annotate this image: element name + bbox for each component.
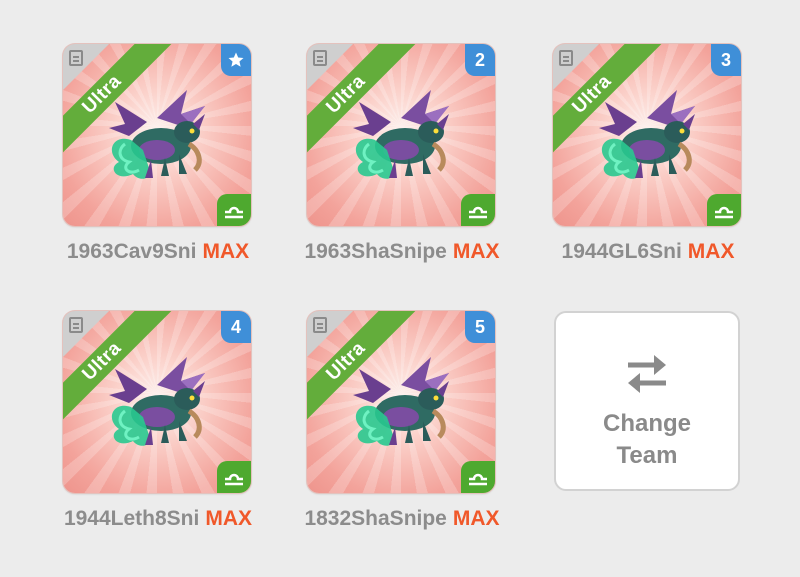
monster-label: 1963ShaSnipe MAX: [297, 240, 507, 264]
change-team-button[interactable]: Change Team: [554, 311, 740, 491]
slot-number-badge: 5: [465, 311, 495, 343]
monster-card[interactable]: Ultra 3: [553, 44, 741, 226]
swap-arrows-icon: [556, 351, 738, 400]
monster-name: 1944GL6Sni: [561, 240, 682, 263]
document-icon[interactable]: [313, 317, 327, 333]
slot-number-badge: 3: [711, 44, 741, 76]
libra-element-icon: [217, 461, 251, 493]
team-slot[interactable]: Ultra 3 1944GL6Sni MAX: [553, 44, 743, 264]
monster-card[interactable]: Ultra 4: [63, 311, 251, 493]
monster-name: 1832ShaSnipe: [304, 507, 447, 530]
team-slot[interactable]: Ultra 4 1944Leth8Sni MAX: [63, 311, 253, 531]
monster-name: 1963ShaSnipe: [304, 240, 447, 263]
dragon-monster-image: [339, 84, 469, 194]
max-level-badge: MAX: [687, 240, 735, 263]
monster-label: 1944GL6Sni MAX: [543, 240, 753, 264]
dragon-monster-image: [585, 84, 715, 194]
monster-label: 1963Cav9Sni MAX: [53, 240, 263, 264]
document-icon[interactable]: [69, 317, 83, 333]
monster-card[interactable]: Ultra: [63, 44, 251, 226]
max-level-badge: MAX: [205, 507, 253, 530]
star-icon: [221, 44, 251, 76]
slot-number-badge: 2: [465, 44, 495, 76]
document-icon[interactable]: [559, 50, 573, 66]
libra-element-icon: [217, 194, 251, 226]
monster-card[interactable]: Ultra 5: [307, 311, 495, 493]
libra-element-icon: [461, 194, 495, 226]
max-level-badge: MAX: [202, 240, 250, 263]
team-slot[interactable]: Ultra 1963Cav9Sni MAX: [63, 44, 253, 264]
slot-number-badge: 4: [221, 311, 251, 343]
dragon-monster-image: [339, 351, 469, 461]
libra-element-icon: [707, 194, 741, 226]
monster-label: 1944Leth8Sni MAX: [53, 507, 263, 531]
team-slot[interactable]: Ultra 5 1832ShaSnipe MAX: [304, 311, 500, 531]
document-icon[interactable]: [313, 50, 327, 66]
libra-element-icon: [461, 461, 495, 493]
max-level-badge: MAX: [452, 507, 500, 530]
dragon-monster-image: [95, 351, 225, 461]
monster-card[interactable]: Ultra 2: [307, 44, 495, 226]
document-icon[interactable]: [69, 50, 83, 66]
monster-label: 1832ShaSnipe MAX: [297, 507, 507, 531]
change-team-line1: Change: [602, 410, 691, 437]
dragon-monster-image: [95, 84, 225, 194]
monster-name: 1944Leth8Sni: [63, 507, 200, 530]
change-team-line2: Team: [616, 442, 678, 469]
max-level-badge: MAX: [452, 240, 500, 263]
monster-name: 1963Cav9Sni: [66, 240, 197, 263]
team-slot[interactable]: Ultra 2 1963ShaSnipe MAX: [304, 44, 500, 264]
